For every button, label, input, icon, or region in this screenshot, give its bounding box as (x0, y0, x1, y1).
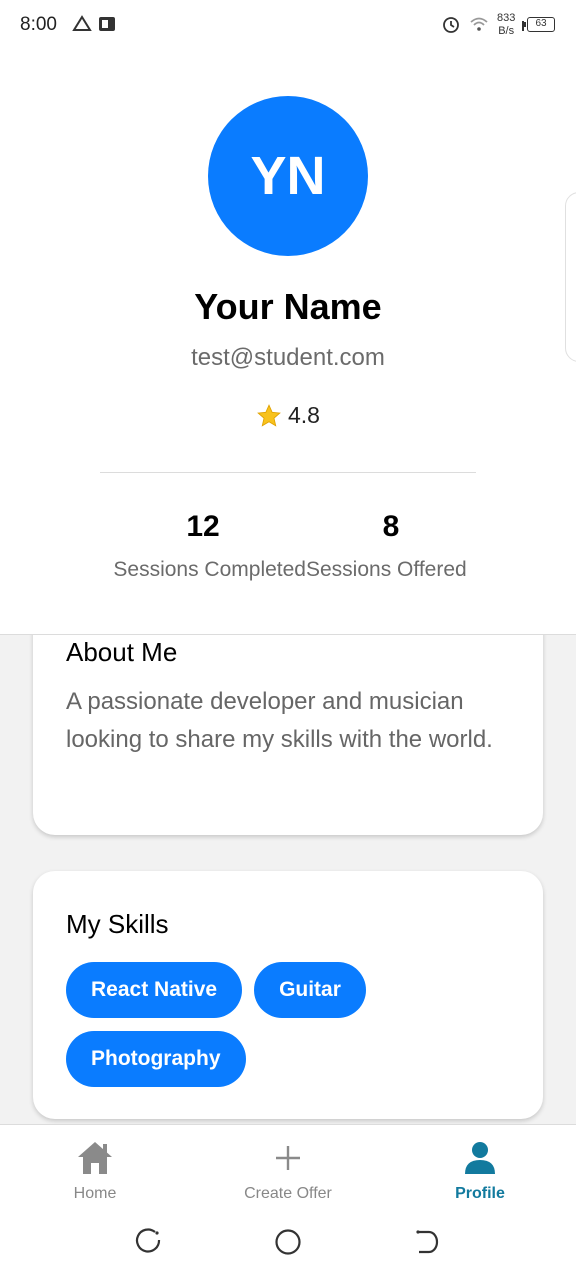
bottom-navigation: Home Create Offer Profile (0, 1124, 576, 1212)
skill-chip[interactable]: Photography (66, 1031, 246, 1087)
stat-sessions-completed: 12 Sessions Completed (100, 510, 306, 582)
net-speed-value: 833 (497, 12, 516, 24)
about-text: A passionate developer and musician look… (66, 688, 493, 753)
profile-scroll-area[interactable]: About Me A passionate developer and musi… (0, 634, 576, 1124)
skill-chip[interactable]: Guitar (254, 962, 366, 1018)
status-bar: 8:00 833 B/s 63 (0, 0, 576, 52)
home-circle-icon[interactable] (274, 1228, 302, 1261)
stat-value: 12 (186, 510, 220, 543)
nav-home[interactable]: Home (15, 1139, 175, 1203)
system-navigation-bar (0, 1212, 576, 1280)
skill-chip[interactable]: React Native (66, 962, 243, 1018)
side-panel-edge[interactable] (565, 192, 576, 362)
profile-header: YN Your Name test@student.com 4.8 12 Ses… (0, 52, 576, 634)
nav-profile[interactable]: Profile (400, 1139, 560, 1203)
nav-profile-label: Profile (455, 1185, 505, 1202)
wifi-icon (469, 14, 489, 40)
skills-title: My Skills (66, 909, 169, 939)
profile-email: test@student.com (191, 344, 385, 371)
user-icon (400, 1139, 560, 1177)
net-speed: 833 B/s (497, 12, 515, 38)
nav-create-offer[interactable]: Create Offer (208, 1139, 368, 1203)
signal-icon (522, 17, 525, 39)
profile-name: Your Name (194, 286, 382, 327)
plus-icon (208, 1139, 368, 1177)
status-time: 8:00 (20, 14, 57, 35)
recent-apps-icon[interactable] (135, 1228, 163, 1261)
back-icon[interactable] (413, 1228, 441, 1261)
star-icon (257, 403, 281, 427)
nav-create-offer-label: Create Offer (244, 1185, 332, 1202)
about-title: About Me (66, 637, 178, 667)
battery-level: 63 (535, 18, 547, 29)
avatar-initials: YN (250, 146, 326, 206)
drive-icon (72, 14, 92, 40)
nav-home-label: Home (73, 1185, 117, 1202)
skills-list: React Native Guitar Photography (66, 962, 526, 1087)
stat-value: 8 (382, 510, 400, 543)
net-speed-unit: B/s (498, 25, 515, 37)
avatar: YN (208, 96, 368, 256)
profile-rating: 4.8 (0, 402, 576, 429)
about-card: About Me A passionate developer and musi… (33, 635, 543, 835)
stat-label: Sessions Offered (306, 558, 467, 581)
rating-value: 4.8 (288, 402, 320, 428)
powerpoint-icon (97, 14, 117, 40)
battery-icon: 63 (523, 17, 555, 32)
alarm-icon (441, 14, 461, 40)
divider (100, 472, 476, 473)
skills-card: My Skills React Native Guitar Photograph… (33, 871, 543, 1119)
stat-sessions-offered: 8 Sessions Offered (306, 510, 476, 582)
home-icon (15, 1139, 175, 1177)
stat-label: Sessions Completed (113, 558, 306, 581)
